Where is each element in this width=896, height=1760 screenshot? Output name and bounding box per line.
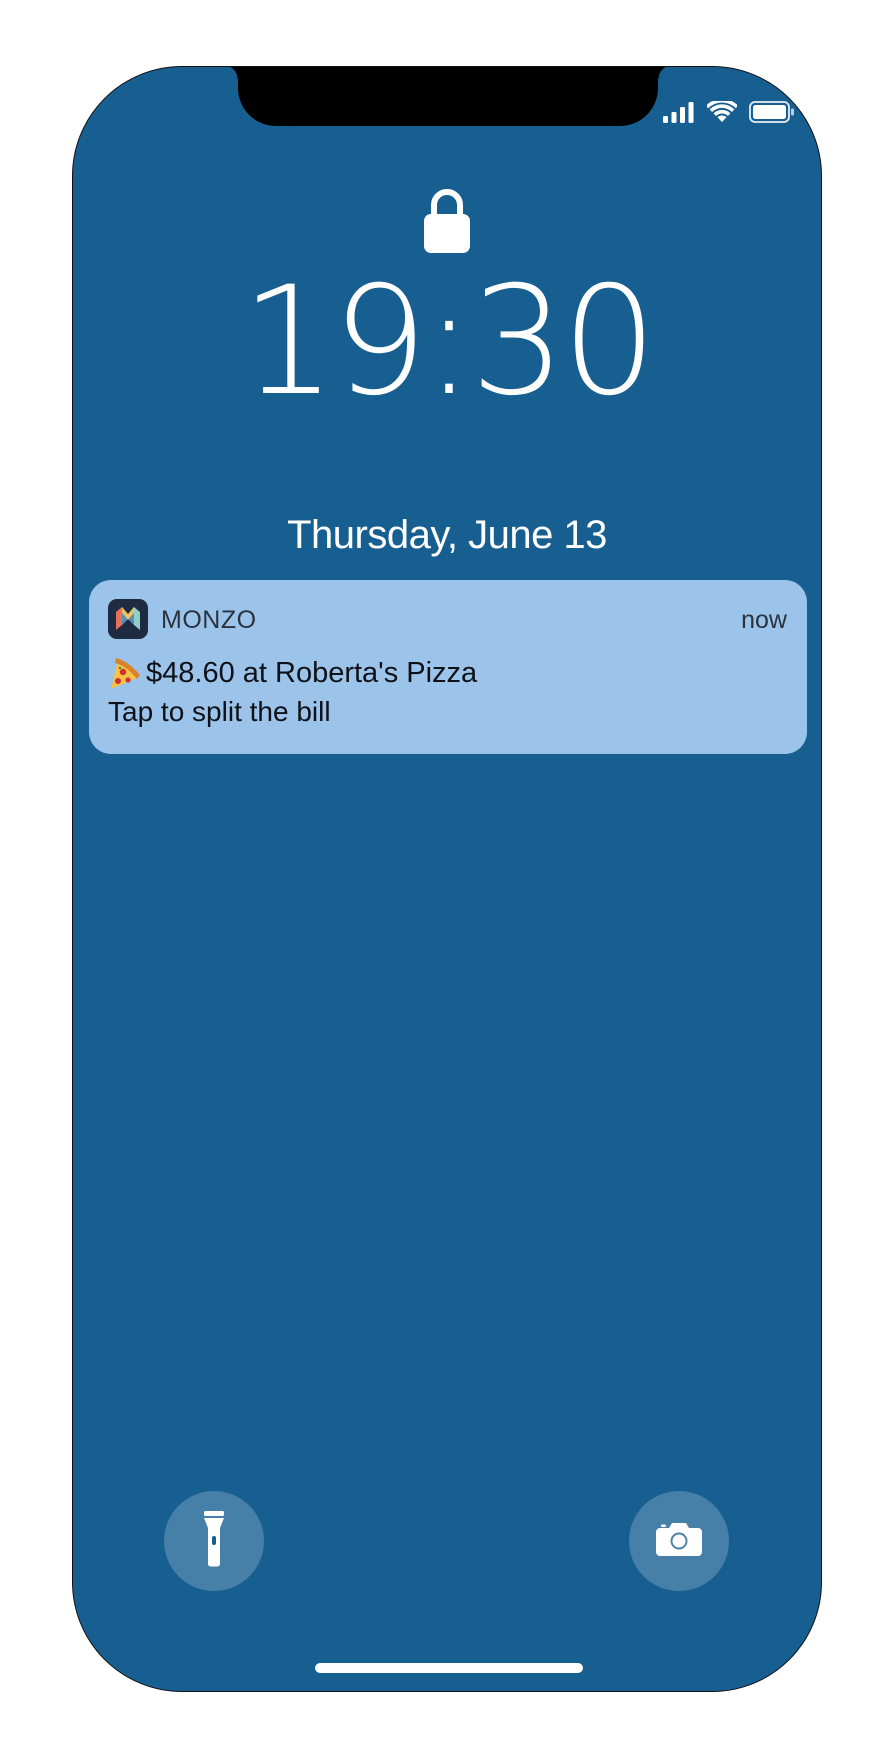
notification-app-name: MONZO xyxy=(161,606,257,634)
camera-icon xyxy=(656,1522,702,1561)
notch xyxy=(224,67,672,126)
pizza-emoji-icon xyxy=(108,655,142,691)
cellular-signal-icon xyxy=(663,101,695,128)
notification-body: Tap to split the bill xyxy=(108,696,331,727)
home-indicator[interactable] xyxy=(315,1663,583,1673)
flashlight-button[interactable] xyxy=(164,1491,264,1591)
status-bar xyxy=(663,98,795,128)
notification-title: $48.60 at Roberta's Pizza xyxy=(146,657,478,689)
notification-card[interactable]: MONZO now $48.60 at Roberta's Pizza Tap … xyxy=(89,580,807,754)
monzo-app-icon xyxy=(108,599,148,639)
notification-time: now xyxy=(741,606,787,634)
lock-screen-time: 19:30 xyxy=(240,255,657,429)
camera-button[interactable] xyxy=(629,1491,729,1591)
lock-screen-date: Thursday, June 13 xyxy=(287,513,607,557)
battery-icon xyxy=(749,101,795,128)
lock-icon xyxy=(423,185,471,255)
wifi-icon xyxy=(705,98,739,128)
phone-screen: 19:30 Thursday, June 13 MONZO now $48.60… xyxy=(72,66,822,1692)
flashlight-icon xyxy=(203,1510,225,1572)
notification-title-row: $48.60 at Roberta's Pizza xyxy=(108,655,477,691)
